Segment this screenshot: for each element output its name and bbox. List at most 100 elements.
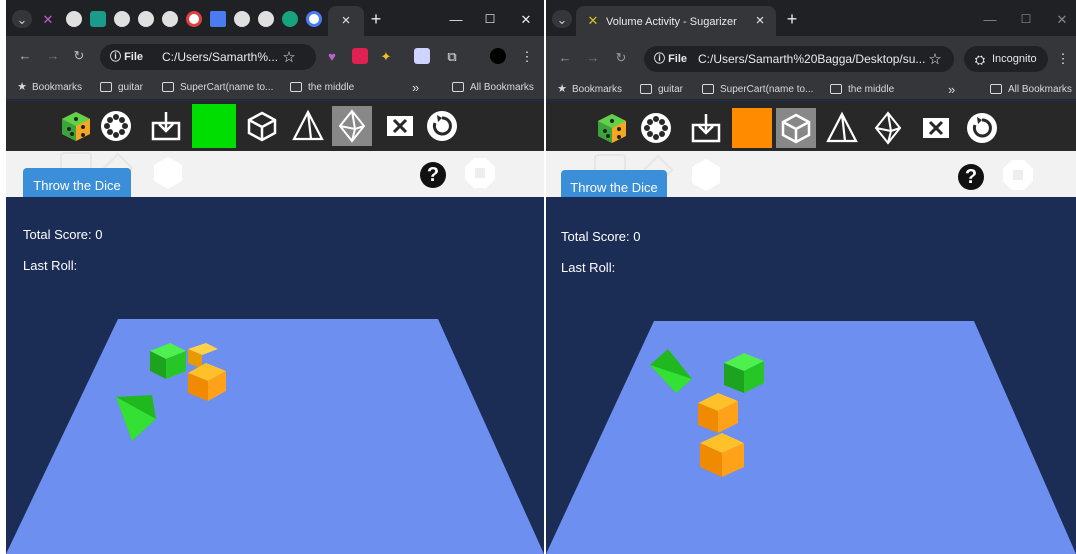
github-icon[interactable] (234, 11, 250, 27)
active-tab[interactable]: × (328, 6, 364, 36)
color-button[interactable] (192, 104, 236, 148)
tetrahedron-icon[interactable] (288, 106, 328, 146)
bookmark-star-icon[interactable]: ☆ (926, 50, 944, 68)
folder-icon (990, 84, 1002, 94)
star-icon: ★ (557, 82, 567, 95)
total-score: Total Score: 0 (561, 229, 641, 244)
maximize-button[interactable]: ☐ (480, 10, 500, 28)
folder-icon (162, 82, 174, 92)
dice-count-icon[interactable] (636, 108, 676, 148)
maximize-button[interactable]: ☐ (1016, 10, 1036, 28)
bookmark-supercart[interactable]: SuperCart(name to... (180, 83, 273, 93)
reload-icon[interactable]: ↻ (70, 46, 88, 64)
new-tab-button[interactable]: + (366, 9, 386, 29)
reset-icon[interactable] (962, 108, 1002, 148)
dice-scene[interactable] (546, 197, 1076, 554)
profile-avatar[interactable] (490, 48, 506, 64)
new-tab-button[interactable]: + (782, 9, 802, 29)
github-icon[interactable] (162, 11, 178, 27)
bookmark-star-icon[interactable]: ☆ (280, 48, 298, 66)
import-icon[interactable] (146, 106, 186, 146)
dice-count-icon[interactable] (96, 106, 136, 146)
cube-icon[interactable] (776, 108, 816, 148)
github-icon[interactable] (114, 11, 130, 27)
tab-title[interactable]: Volume Activity - Sugarizer (606, 16, 737, 28)
kebab-menu-icon[interactable]: ⋮ (520, 48, 534, 64)
clear-icon[interactable] (916, 108, 956, 148)
color-button[interactable] (732, 108, 772, 148)
octahedron-icon[interactable] (332, 106, 372, 146)
extensions-puzzle-icon[interactable]: ⧉ (444, 48, 460, 64)
incognito-label: Incognito (992, 53, 1037, 65)
bookmark-bookmarks[interactable]: Bookmarks (32, 83, 82, 93)
all-bookmarks[interactable]: All Bookmarks (470, 83, 534, 93)
reset-icon[interactable] (422, 106, 462, 146)
bookmark-bookmarks[interactable]: Bookmarks (572, 85, 622, 95)
meet-icon[interactable] (282, 11, 298, 27)
tab-strip: ⌄ ✕ Volume Activity - Sugarizer × + — ☐ … (546, 0, 1076, 36)
bookmark-guitar[interactable]: guitar (118, 83, 143, 93)
octahedron-icon[interactable] (868, 108, 908, 148)
back-icon[interactable]: ← (16, 46, 34, 64)
cube-icon[interactable] (242, 106, 282, 146)
github-icon[interactable] (138, 11, 154, 27)
chatgpt-icon[interactable] (90, 11, 106, 27)
sugarizer-icon[interactable]: ✕ (40, 11, 56, 27)
bookmark-the-middle[interactable]: the middle (308, 83, 354, 93)
forward-icon[interactable]: → (44, 46, 62, 64)
reload-icon[interactable]: ↻ (612, 48, 630, 66)
volume-activity-icon[interactable] (592, 108, 632, 148)
github-icon[interactable] (258, 11, 274, 27)
bookmarks-overflow-button[interactable]: » (948, 83, 955, 96)
file-chip[interactable]: ⓘ File (110, 49, 143, 65)
close-window-button[interactable]: ✕ (1052, 10, 1072, 28)
bookmarks-overflow-button[interactable]: » (412, 81, 419, 94)
bookmark-supercart[interactable]: SuperCart(name to... (720, 85, 813, 95)
help-icon[interactable]: ? (420, 162, 446, 188)
bookmark-guitar[interactable]: guitar (658, 85, 683, 95)
kebab-menu-icon[interactable]: ⋮ (1056, 50, 1070, 66)
google-icon[interactable] (306, 11, 322, 27)
volume-activity-icon[interactable] (56, 106, 96, 146)
extension-icon[interactable] (352, 48, 368, 64)
close-window-button[interactable]: ✕ (516, 10, 536, 28)
palette-hexagon-icon[interactable] (690, 159, 722, 191)
extension-icon[interactable]: ♥ (324, 48, 340, 64)
bookmark-the-middle[interactable]: the middle (848, 85, 894, 95)
total-score: Total Score: 0 (23, 227, 103, 242)
tab-search-icon[interactable]: ⌄ (12, 10, 32, 28)
last-roll: Last Roll: (23, 258, 78, 273)
tetrahedron-icon[interactable] (822, 108, 862, 148)
all-bookmarks[interactable]: All Bookmarks (1008, 85, 1072, 95)
stop-icon[interactable] (1002, 159, 1034, 191)
dice-scene[interactable] (6, 197, 544, 554)
import-icon[interactable] (686, 108, 726, 148)
dice-canvas[interactable]: Total Score: 0 Last Roll: (6, 197, 544, 554)
palette-hexagon-icon[interactable] (152, 157, 184, 189)
clear-icon[interactable] (380, 106, 420, 146)
file-chip-label: File (124, 51, 144, 63)
stop-icon[interactable] (464, 157, 496, 189)
url-text[interactable]: C:/Users/Samarth%... (162, 51, 278, 63)
tab-close-icon[interactable]: × (338, 12, 354, 28)
folder-icon (290, 82, 302, 92)
sugarizer-icon: ✕ (587, 12, 599, 28)
color-picker-icon[interactable]: ✦ (378, 48, 394, 64)
file-chip[interactable]: ⓘ File (654, 51, 687, 67)
tab-close-icon[interactable]: × (752, 12, 768, 28)
help-icon[interactable]: ? (958, 164, 984, 190)
minimize-button[interactable]: — (980, 10, 1000, 28)
folder-icon (100, 82, 112, 92)
dice-canvas[interactable]: Total Score: 0 Last Roll: (546, 197, 1076, 554)
back-icon[interactable]: ← (556, 48, 574, 66)
minimize-button[interactable]: — (446, 10, 466, 28)
right-browser-window: ⌄ ✕ Volume Activity - Sugarizer × + — ☐ … (546, 0, 1076, 554)
tab-search-icon[interactable]: ⌄ (552, 10, 572, 28)
docs-icon[interactable] (210, 11, 226, 27)
screenshot-extension-icon[interactable] (414, 48, 430, 64)
url-text[interactable]: C:/Users/Samarth%20Bagga/Desktop/su... (698, 53, 925, 65)
google-icon[interactable] (186, 11, 202, 27)
github-icon[interactable] (66, 11, 82, 27)
folder-icon (830, 84, 842, 94)
forward-icon[interactable]: → (584, 48, 602, 66)
